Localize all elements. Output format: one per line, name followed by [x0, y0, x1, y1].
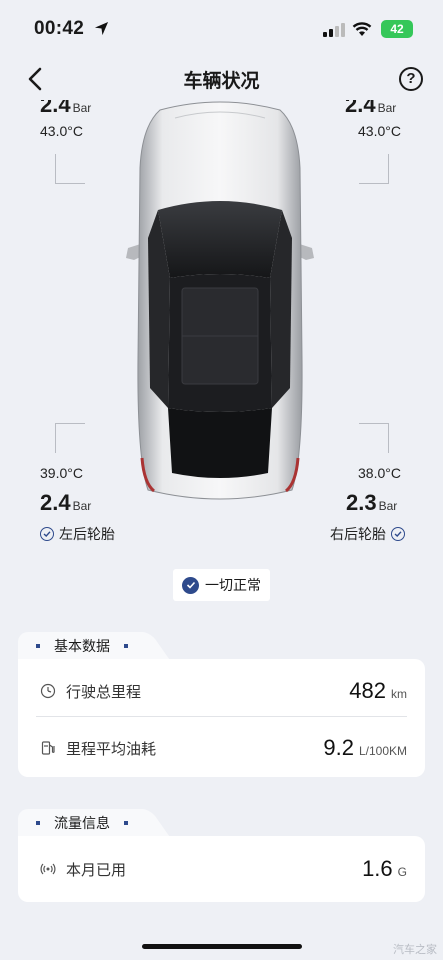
- divider: [36, 716, 407, 717]
- traffic-info-card: 本月已用 1.6 G: [18, 836, 425, 902]
- status-ok-badge: 一切正常: [173, 569, 270, 601]
- front-right-pressure: 2.4 Bar: [345, 92, 397, 117]
- status-time: 00:42: [34, 18, 85, 39]
- fuel-icon: [41, 741, 55, 755]
- rear-right-bracket: [359, 423, 389, 453]
- signal-icon: [40, 863, 56, 875]
- rear-left-tire-label: 左后轮胎: [40, 524, 115, 544]
- rear-right-temp: 38.0°C: [358, 465, 401, 481]
- front-left-pressure: 2.4 Bar: [40, 92, 92, 117]
- cellular-signal-icon: [323, 23, 345, 37]
- check-circle-icon: [40, 527, 54, 541]
- location-arrow-icon: [94, 21, 109, 36]
- front-right-temp: 43.0°C: [358, 123, 401, 139]
- status-bar: 00:42 42: [0, 0, 443, 58]
- check-circle-icon: [391, 527, 405, 541]
- rear-left-bracket: [55, 423, 85, 453]
- front-left-temp: 43.0°C: [40, 123, 83, 139]
- front-left-bracket: [55, 154, 85, 184]
- help-button[interactable]: ?: [399, 67, 423, 91]
- monthly-usage-row: 本月已用 1.6 G: [18, 841, 425, 897]
- home-indicator[interactable]: [142, 944, 302, 949]
- basic-data-card: 行驶总里程 482 km 里程平均油耗 9.2 L/100KM: [18, 659, 425, 777]
- speedometer-icon: [40, 683, 56, 699]
- car-top-view-image: [126, 101, 314, 500]
- check-circle-filled-icon: [182, 576, 199, 594]
- front-right-bracket: [359, 154, 389, 184]
- page-title: 车辆状况: [183, 71, 260, 92]
- battery-indicator: 42: [381, 20, 413, 38]
- rear-right-pressure: 2.3 Bar: [346, 490, 398, 515]
- wifi-icon: [352, 22, 372, 36]
- total-mileage-row: 行驶总里程 482 km: [18, 663, 425, 719]
- rear-right-tire-label: 右后轮胎: [330, 524, 405, 544]
- avg-fuel-row: 里程平均油耗 9.2 L/100KM: [18, 720, 425, 776]
- rear-left-temp: 39.0°C: [40, 465, 83, 481]
- watermark: 汽车之家: [393, 944, 437, 956]
- rear-left-pressure: 2.4 Bar: [40, 490, 92, 515]
